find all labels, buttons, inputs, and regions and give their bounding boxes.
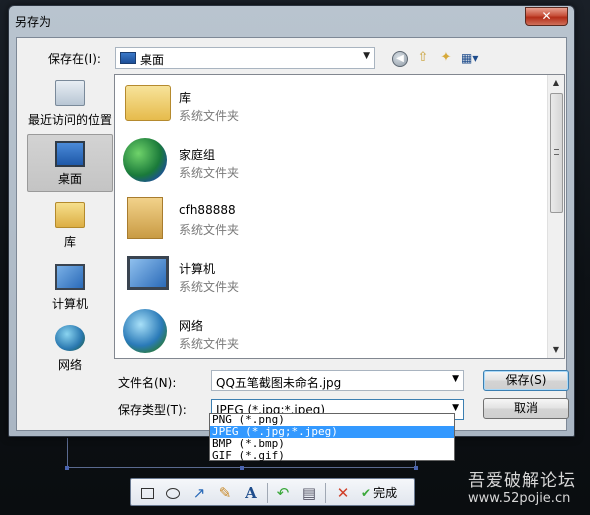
list-item[interactable]: 计算机 系统文件夹 [123,250,523,306]
dialog-title: 另存为 [15,15,52,29]
selection-handle[interactable] [414,466,418,470]
file-type: 系统文件夹 [179,223,240,237]
place-library[interactable]: 库 [27,196,113,254]
places-bar: 最近访问的位置 桌面 库 计算机 网络 [21,74,115,374]
brush-tool-icon[interactable]: ✎ [215,483,235,503]
save-in-value: 桌面 [140,53,165,67]
filetype-option[interactable]: GIF (*.gif) [210,450,454,462]
cancel-icon[interactable]: ✕ [333,483,353,503]
filename-value: QQ五笔截图未命名.jpg [216,376,342,390]
chevron-down-icon: ▼ [363,51,370,61]
cancel-button[interactable]: 取消 [483,398,569,419]
file-name: 库 [179,91,192,105]
undo-icon[interactable]: ↶ [273,483,293,503]
new-folder-button[interactable]: ✦ [438,51,454,67]
save-button[interactable]: 保存(S) [483,370,569,391]
save-in-label: 保存在(I): [48,52,101,66]
network-icon [55,325,85,351]
place-label: 计算机 [51,297,88,311]
up-folder-icon: ⇧ [417,50,429,65]
list-item[interactable]: 家庭组 系统文件夹 [123,136,523,192]
watermark-url: www.52pojie.cn [468,491,571,506]
save-as-dialog: 另存为 ✕ 保存在(I): 桌面 ▼ ◀ ⇧ ✦ ▦▾ 最近访问的位置 桌面 库 [8,5,575,437]
list-item[interactable]: cfh88888 系统文件夹 [123,193,523,249]
grip-icon [554,149,559,155]
filename-field[interactable]: QQ五笔截图未命名.jpg ▼ [211,370,464,391]
library-folder-icon [125,85,171,121]
done-label: 完成 [373,486,398,500]
rectangle-tool-icon[interactable] [137,483,157,503]
file-name: 家庭组 [179,148,216,162]
file-type: 系统文件夹 [179,280,240,294]
filetype-label: 保存类型(T): [118,403,187,417]
save-in-combo[interactable]: 桌面 ▼ [115,47,375,69]
place-label: 桌面 [57,172,82,186]
file-list[interactable]: 库 系统文件夹 家庭组 系统文件夹 cfh88888 系统文件夹 计算机 系统文… [114,74,565,359]
selection-handle[interactable] [65,466,69,470]
new-folder-icon: ✦ [440,50,452,65]
watermark-title: 吾爱破解论坛 [468,471,576,491]
file-name: cfh88888 [179,203,236,217]
homegroup-icon [123,138,167,182]
scroll-up-arrow-icon[interactable]: ▲ [548,75,564,91]
chevron-down-icon[interactable]: ▼ [452,403,459,413]
filetype-dropdown-list[interactable]: PNG (*.png) JPEG (*.jpg;*.jpeg) BMP (*.b… [209,413,455,462]
text-tool-icon[interactable]: A [241,483,261,503]
place-network[interactable]: 网络 [27,319,113,377]
place-computer[interactable]: 计算机 [27,258,113,316]
recent-places-icon [55,80,85,106]
desktop-icon [55,141,85,167]
network-icon [123,309,167,353]
vertical-scrollbar[interactable]: ▲ ▼ [547,75,564,358]
user-folder-icon [127,197,163,239]
computer-icon [127,256,169,290]
file-type: 系统文件夹 [179,337,240,351]
computer-icon [55,264,85,290]
ellipse-tool-icon[interactable] [163,483,183,503]
arrow-tool-icon[interactable]: ↗ [189,483,209,503]
view-menu-button[interactable]: ▦▾ [461,51,485,67]
toolbar-divider [267,483,268,503]
file-name: 计算机 [179,262,216,276]
back-button[interactable]: ◀ [392,51,408,67]
file-name: 网络 [179,319,204,333]
place-label: 最近访问的位置 [27,113,112,127]
chevron-down-icon[interactable]: ▼ [452,374,459,384]
library-icon [55,202,85,228]
up-folder-button[interactable]: ⇧ [415,51,431,67]
back-arrow-icon: ◀ [396,53,404,64]
close-button[interactable]: ✕ [525,7,568,26]
done-button[interactable]: ✔ 完成 [361,483,397,503]
list-item[interactable]: 网络 系统文件夹 [123,307,523,363]
screenshot-toolbar: ↗ ✎ A ↶ ▤ ✕ ✔ 完成 [130,478,415,506]
scroll-down-arrow-icon[interactable]: ▼ [548,342,564,358]
desktop-icon [120,52,136,64]
save-icon[interactable]: ▤ [299,483,319,503]
title-bar[interactable]: 另存为 ✕ [9,6,574,34]
place-label: 库 [63,235,76,249]
checkmark-icon: ✔ [361,486,372,500]
place-recent[interactable]: 最近访问的位置 [27,74,113,132]
place-label: 网络 [57,358,82,372]
file-type: 系统文件夹 [179,109,240,123]
list-item[interactable]: 库 系统文件夹 [123,79,523,135]
dialog-client-area: 保存在(I): 桌面 ▼ ◀ ⇧ ✦ ▦▾ 最近访问的位置 桌面 库 计算机 网… [16,37,569,431]
place-desktop[interactable]: 桌面 [27,134,113,192]
scroll-thumb[interactable] [550,93,563,213]
toolbar-divider [325,483,326,503]
file-type: 系统文件夹 [179,166,240,180]
selection-handle[interactable] [240,466,244,470]
view-menu-icon: ▦▾ [461,51,479,65]
filename-label: 文件名(N): [118,376,177,390]
